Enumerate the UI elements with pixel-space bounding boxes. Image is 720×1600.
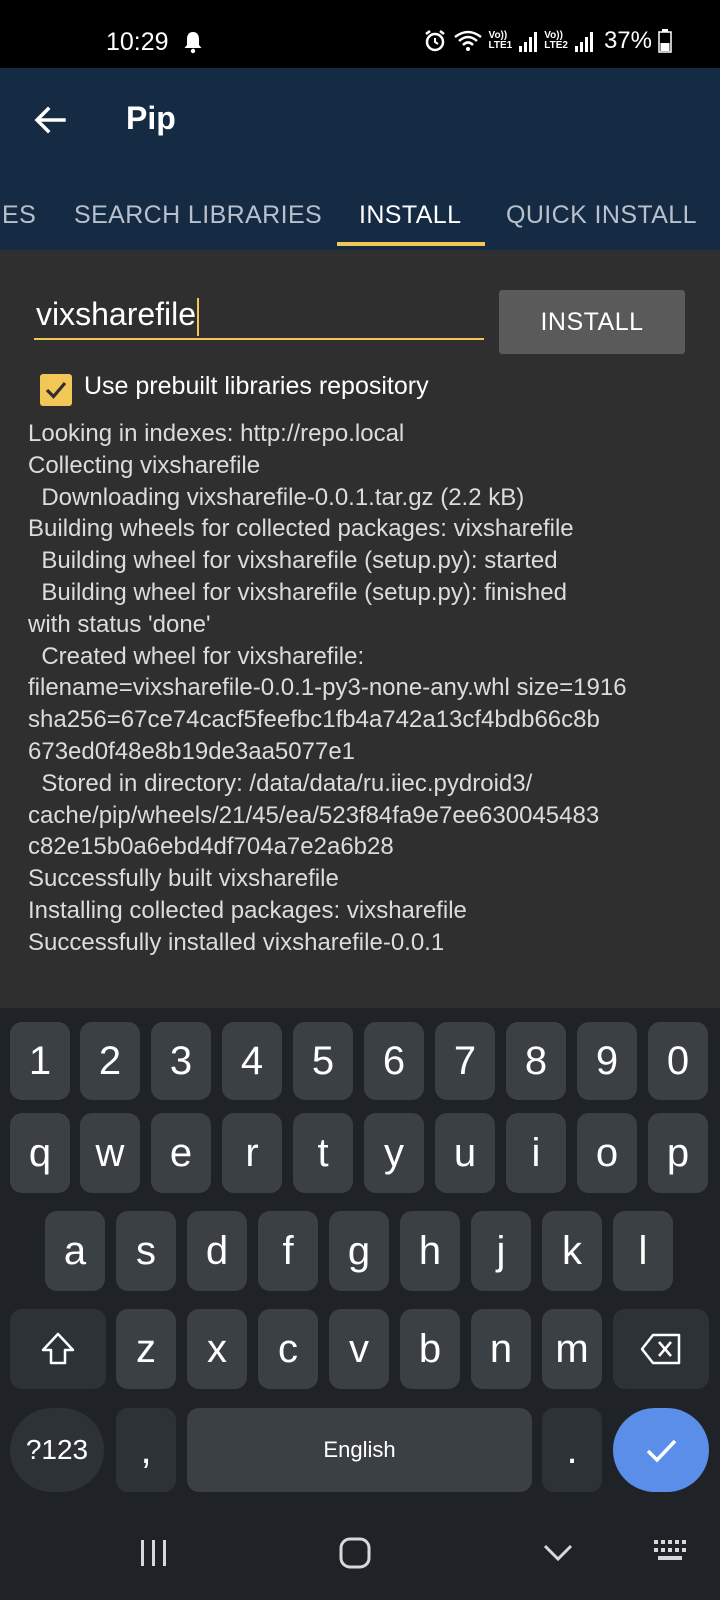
signal-icon	[519, 32, 538, 52]
home-icon[interactable]	[338, 1536, 372, 1570]
key-0[interactable]: 0	[648, 1022, 708, 1100]
status-bar: 10:29 Vo)) LTE1 Vo)) LTE2 37%	[0, 0, 720, 68]
log-line: Stored in directory: /data/data/ru.iiec.…	[28, 769, 533, 797]
log-line: cache/pip/wheels/21/45/ea/523f84fa9e7ee6…	[28, 801, 600, 829]
key-5[interactable]: 5	[293, 1022, 353, 1100]
comma-key[interactable]: ,	[116, 1408, 176, 1492]
key-y[interactable]: y	[364, 1113, 424, 1193]
recents-icon[interactable]	[138, 1538, 170, 1568]
log-line: Created wheel for vixsharefile:	[28, 642, 365, 670]
key-w[interactable]: w	[80, 1113, 140, 1193]
install-panel: vixsharefile INSTALL Use prebuilt librar…	[0, 250, 720, 1008]
log-line: Building wheel for vixsharefile (setup.p…	[28, 578, 567, 606]
package-input-value: vixsharefile	[36, 288, 200, 340]
key-p[interactable]: p	[648, 1113, 708, 1193]
shift-icon	[41, 1332, 75, 1365]
key-c[interactable]: c	[258, 1309, 318, 1389]
key-g[interactable]: g	[329, 1211, 389, 1291]
tab-quick-install[interactable]: QUICK INSTALL	[506, 180, 697, 250]
battery-icon	[658, 29, 672, 53]
log-line: Building wheels for collected packages: …	[28, 515, 574, 543]
key-t[interactable]: t	[293, 1113, 353, 1193]
log-line: with status 'done'	[28, 610, 211, 638]
checkmark-icon	[45, 381, 67, 399]
key-1[interactable]: 1	[10, 1022, 70, 1100]
status-time: 10:29	[106, 28, 169, 56]
key-z[interactable]: z	[116, 1309, 176, 1389]
checkmark-icon	[646, 1439, 677, 1463]
backspace-key[interactable]	[613, 1309, 709, 1389]
tab-install[interactable]: INSTALL	[359, 180, 461, 250]
key-n[interactable]: n	[471, 1309, 531, 1389]
log-line: Looking in indexes: http://repo.local	[28, 420, 405, 447]
package-input[interactable]: vixsharefile	[34, 288, 484, 340]
key-x[interactable]: x	[187, 1309, 247, 1389]
app-title: Pip	[126, 100, 176, 136]
tab-bar: ES SEARCH LIBRARIES INSTALL QUICK INSTAL…	[0, 180, 720, 250]
soft-keyboard: 1 2 3 4 5 6 7 8 9 0 q w e r t y u i o p …	[0, 1008, 720, 1498]
backspace-icon	[640, 1333, 681, 1365]
sim2-label: Vo)) LTE2	[544, 30, 568, 51]
tab-libraries-partial[interactable]: ES	[2, 180, 36, 250]
prebuilt-repo-label: Use prebuilt libraries repository	[84, 372, 429, 400]
log-line: Successfully installed vixsharefile-0.0.…	[28, 928, 445, 956]
key-h[interactable]: h	[400, 1211, 460, 1291]
prebuilt-repo-checkbox[interactable]	[40, 374, 72, 406]
space-key[interactable]: English	[187, 1408, 532, 1492]
status-icons: Vo)) LTE1 Vo)) LTE2 37%	[423, 26, 672, 56]
log-line: Installing collected packages: vixsharef…	[28, 896, 467, 924]
symbols-key[interactable]: ?123	[10, 1408, 104, 1492]
key-v[interactable]: v	[329, 1309, 389, 1389]
back-arrow-icon[interactable]	[28, 98, 72, 142]
log-line: Collecting vixsharefile	[28, 451, 261, 479]
key-6[interactable]: 6	[364, 1022, 424, 1100]
shift-key[interactable]	[10, 1309, 106, 1389]
tab-search-libraries[interactable]: SEARCH LIBRARIES	[74, 180, 322, 250]
log-line: sha256=67ce74cacf5feefbc1fb4a742a13cf4bd…	[28, 706, 600, 734]
key-d[interactable]: d	[187, 1211, 247, 1291]
key-9[interactable]: 9	[577, 1022, 637, 1100]
install-button[interactable]: INSTALL	[499, 290, 685, 354]
enter-key[interactable]	[613, 1408, 709, 1492]
key-e[interactable]: e	[151, 1113, 211, 1193]
period-key[interactable]: .	[542, 1408, 602, 1492]
key-m[interactable]: m	[542, 1309, 602, 1389]
log-line: Successfully built vixsharefile	[28, 865, 339, 893]
keyboard-icon[interactable]	[652, 1538, 692, 1566]
key-3[interactable]: 3	[151, 1022, 211, 1100]
key-l[interactable]: l	[613, 1211, 673, 1291]
bell-icon	[184, 32, 202, 54]
key-r[interactable]: r	[222, 1113, 282, 1193]
install-log: Looking in indexes: http://repo.local Co…	[28, 418, 708, 959]
key-b[interactable]: b	[400, 1309, 460, 1389]
text-caret	[197, 297, 200, 336]
alarm-icon	[424, 30, 445, 52]
log-line: Building wheel for vixsharefile (setup.p…	[28, 547, 558, 575]
battery-percent: 37%	[603, 27, 652, 54]
log-line: c82e15b0a6ebd4df704a7e2a6b28	[28, 833, 394, 861]
log-line: Downloading vixsharefile-0.0.1.tar.gz (2…	[28, 483, 525, 511]
key-u[interactable]: u	[435, 1113, 495, 1193]
key-j[interactable]: j	[471, 1211, 531, 1291]
key-q[interactable]: q	[10, 1113, 70, 1193]
key-7[interactable]: 7	[435, 1022, 495, 1100]
wifi-icon	[453, 30, 482, 51]
app-bar: Pip ES SEARCH LIBRARIES INSTALL QUICK IN…	[0, 68, 720, 250]
key-4[interactable]: 4	[222, 1022, 282, 1100]
signal-icon	[574, 32, 593, 52]
key-f[interactable]: f	[258, 1211, 318, 1291]
key-o[interactable]: o	[577, 1113, 637, 1193]
key-s[interactable]: s	[116, 1211, 176, 1291]
key-8[interactable]: 8	[506, 1022, 566, 1100]
key-a[interactable]: a	[45, 1211, 105, 1291]
navigation-bar	[0, 1498, 720, 1600]
sim1-label: Vo)) LTE1	[488, 30, 513, 51]
key-k[interactable]: k	[542, 1211, 602, 1291]
log-line: filename=vixsharefile-0.0.1-py3-none-any…	[28, 674, 627, 702]
active-tab-indicator	[337, 242, 485, 246]
key-2[interactable]: 2	[80, 1022, 140, 1100]
back-down-icon[interactable]	[542, 1542, 574, 1564]
log-line: 673ed0f48e8b19de3aa5077e1	[28, 737, 356, 765]
key-i[interactable]: i	[506, 1113, 566, 1193]
